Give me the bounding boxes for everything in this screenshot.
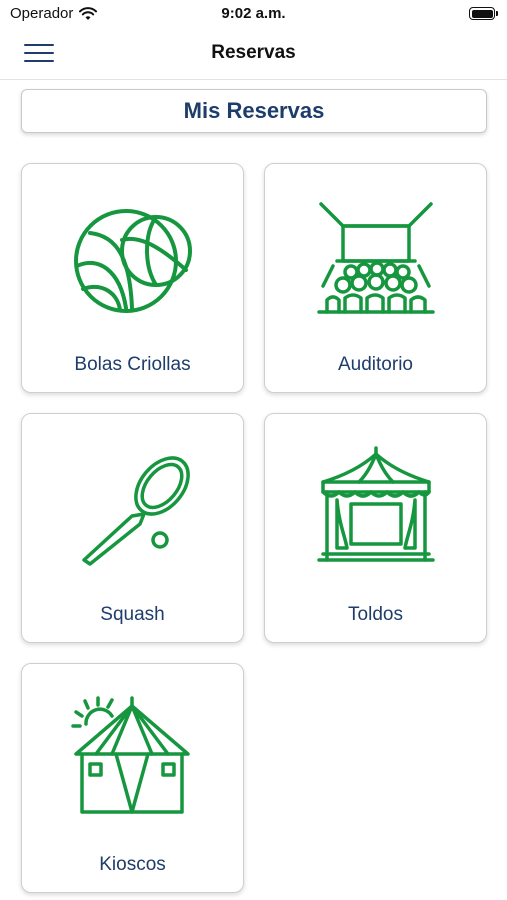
battery-icon — [469, 7, 498, 20]
page-title: Reservas — [211, 42, 296, 63]
card-label: Squash — [100, 604, 165, 625]
reservation-card-bolas-criollas[interactable]: Bolas Criollas — [21, 163, 244, 393]
squash-racket-icon — [81, 456, 190, 566]
tent-canopy-icon — [316, 446, 435, 562]
reservation-card-auditorio[interactable]: Auditorio — [264, 163, 487, 393]
hamburger-icon-line — [24, 52, 54, 54]
reservation-card-kioscos[interactable]: Kioscos — [21, 663, 244, 893]
status-time: 9:02 a.m. — [221, 5, 286, 22]
card-label: Bolas Criollas — [74, 354, 191, 375]
reservation-card-toldos[interactable]: Toldos — [264, 413, 487, 643]
reservation-card-squash[interactable]: Squash — [21, 413, 244, 643]
auditorium-icon — [316, 202, 435, 314]
hamburger-icon-line — [24, 60, 54, 62]
hamburger-icon-line — [24, 44, 54, 46]
card-label: Toldos — [348, 604, 403, 625]
my-reservations-button[interactable]: Mis Reservas — [21, 89, 487, 133]
navigation-bar: Reservas — [0, 30, 507, 80]
bocce-balls-icon — [73, 209, 192, 313]
status-bar: Operador 9:02 a.m. — [0, 0, 507, 30]
kiosk-tent-icon — [70, 696, 190, 814]
card-label: Kioscos — [99, 854, 166, 875]
card-label: Auditorio — [338, 354, 413, 375]
menu-button[interactable] — [24, 44, 54, 64]
